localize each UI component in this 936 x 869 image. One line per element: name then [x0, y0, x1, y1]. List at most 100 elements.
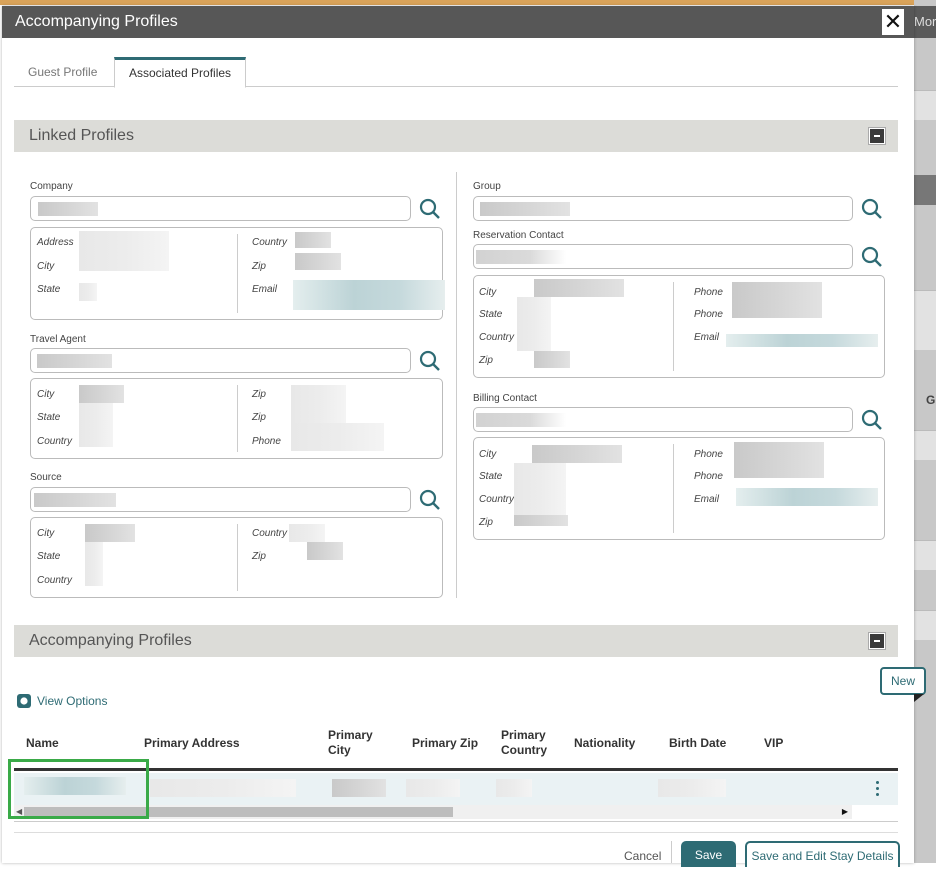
column-header-primary-address[interactable]: Primary Address	[144, 736, 240, 751]
company-email-redacted	[293, 280, 445, 310]
source-state-label: State	[37, 551, 61, 562]
travel-agent-phone-label: Phone	[252, 436, 281, 447]
company-details: Address City State Country Zip Email	[30, 227, 445, 320]
travel-agent-input[interactable]	[30, 348, 411, 373]
column-divider	[456, 172, 457, 598]
res-contact-phone2-label: Phone	[694, 309, 723, 320]
save-button[interactable]: Save	[681, 841, 736, 867]
billing-phone2-label: Phone	[694, 471, 723, 482]
save-and-edit-stay-details-button[interactable]: Save and Edit Stay Details	[745, 841, 900, 867]
company-address-redacted	[79, 231, 169, 271]
res-contact-email-redacted	[726, 334, 878, 347]
row-address-redacted	[150, 779, 296, 797]
gear-icon	[17, 694, 31, 708]
view-options-link[interactable]: View Options	[16, 693, 107, 709]
close-icon[interactable]: ✕	[882, 9, 904, 35]
reservation-contact-details: City State Country Zip Phone Phone Email	[473, 275, 885, 378]
billing-country-label: Country	[479, 494, 515, 505]
source-country2-label: Country	[252, 528, 288, 539]
collapse-icon[interactable]	[868, 127, 886, 145]
linked-profiles-title: Linked Profiles	[29, 127, 134, 144]
source-country-label: Country	[37, 575, 73, 586]
source-value-redacted	[34, 493, 116, 507]
tab-guest-profile[interactable]: Guest Profile	[14, 57, 111, 87]
billing-contact-input[interactable]	[473, 407, 853, 432]
column-header-primary-city[interactable]: Primary City	[328, 728, 383, 758]
row-city-redacted	[332, 779, 386, 797]
group-search-icon[interactable]	[860, 197, 884, 221]
column-header-primary-country[interactable]: Primary Country	[501, 728, 561, 758]
company-state-redacted	[79, 283, 97, 301]
company-value-redacted	[38, 202, 98, 216]
reservation-contact-input[interactable]	[473, 244, 853, 269]
company-state-label: State	[37, 284, 61, 295]
company-label: Company	[30, 181, 73, 192]
company-input[interactable]	[30, 196, 411, 221]
res-contact-phone-label: Phone	[694, 287, 723, 298]
column-header-nationality[interactable]: Nationality	[574, 736, 635, 751]
billing-city-label: City	[479, 449, 497, 460]
table-row[interactable]	[14, 773, 898, 805]
source-search-icon[interactable]	[418, 488, 442, 512]
source-zip-label: Zip	[252, 551, 266, 562]
travel-agent-zip-label: Zip	[252, 389, 266, 400]
billing-phone-label: Phone	[694, 449, 723, 460]
billing-contact-details: City State Country Zip Phone Phone Email	[473, 437, 885, 540]
row-country-redacted	[496, 779, 532, 797]
scroll-right-icon[interactable]: ▶	[842, 807, 848, 816]
travel-agent-label: Travel Agent	[30, 334, 86, 345]
column-header-name[interactable]: Name	[26, 736, 59, 751]
cancel-button[interactable]: Cancel	[624, 849, 661, 863]
background-partial-text: Gr	[926, 393, 936, 407]
grid-header: Name Primary Address Primary City Primar…	[14, 725, 898, 771]
reservation-contact-value-redacted	[476, 250, 566, 264]
billing-zip-label: Zip	[479, 517, 493, 528]
res-contact-zip-label: Zip	[479, 355, 493, 366]
travel-agent-state-label: State	[37, 412, 61, 423]
row-actions-icon[interactable]	[872, 779, 882, 799]
scroll-left-icon[interactable]: ◀	[16, 807, 22, 816]
travel-agent-details: City State Country Zip Zip Phone	[30, 378, 443, 459]
billing-email-label: Email	[694, 494, 720, 505]
reservation-contact-label: Reservation Contact	[473, 230, 564, 241]
column-header-primary-zip[interactable]: Primary Zip	[412, 736, 478, 751]
background-menu-item: Mor	[914, 6, 936, 38]
row-birthdate-redacted	[658, 779, 726, 797]
company-zip-redacted	[295, 253, 341, 270]
group-value-redacted	[480, 202, 570, 216]
reservation-contact-search-icon[interactable]	[860, 245, 884, 269]
source-label: Source	[30, 472, 62, 483]
source-input[interactable]	[30, 487, 411, 512]
travel-agent-city-label: City	[37, 389, 55, 400]
company-zip-label: Zip	[252, 261, 266, 272]
new-button[interactable]: New	[880, 667, 926, 695]
billing-email-redacted	[736, 488, 878, 506]
travel-agent-value-redacted	[37, 354, 112, 368]
company-search-icon[interactable]	[418, 197, 442, 221]
source-city-label: City	[37, 528, 55, 539]
horizontal-scrollbar[interactable]: ◀ ▶	[14, 805, 852, 819]
res-contact-country-label: Country	[479, 332, 515, 343]
accompanying-profiles-header: Accompanying Profiles	[14, 625, 898, 657]
column-header-vip[interactable]: VIP	[764, 736, 783, 751]
group-input[interactable]	[473, 196, 853, 221]
group-label: Group	[473, 181, 501, 192]
billing-contact-search-icon[interactable]	[860, 408, 884, 432]
company-country-redacted	[295, 232, 331, 248]
dialog-titlebar: Accompanying Profiles ✕	[2, 6, 914, 38]
collapse-icon[interactable]	[868, 632, 886, 650]
travel-agent-search-icon[interactable]	[418, 349, 442, 373]
app-top-border	[0, 0, 936, 5]
travel-agent-country-label: Country	[37, 436, 73, 447]
row-zip-redacted	[406, 779, 460, 797]
res-contact-state-label: State	[479, 309, 503, 320]
scrollbar-thumb[interactable]	[24, 807, 453, 817]
accompanying-profiles-title: Accompanying Profiles	[29, 632, 192, 649]
row-name-redacted[interactable]	[24, 777, 126, 795]
column-header-birth-date[interactable]: Birth Date	[669, 736, 726, 751]
billing-state-label: State	[479, 471, 503, 482]
tab-associated-profiles[interactable]: Associated Profiles	[114, 57, 247, 88]
res-contact-email-label: Email	[694, 332, 720, 343]
company-country-label: Country	[252, 237, 288, 248]
company-email-label: Email	[252, 284, 278, 295]
